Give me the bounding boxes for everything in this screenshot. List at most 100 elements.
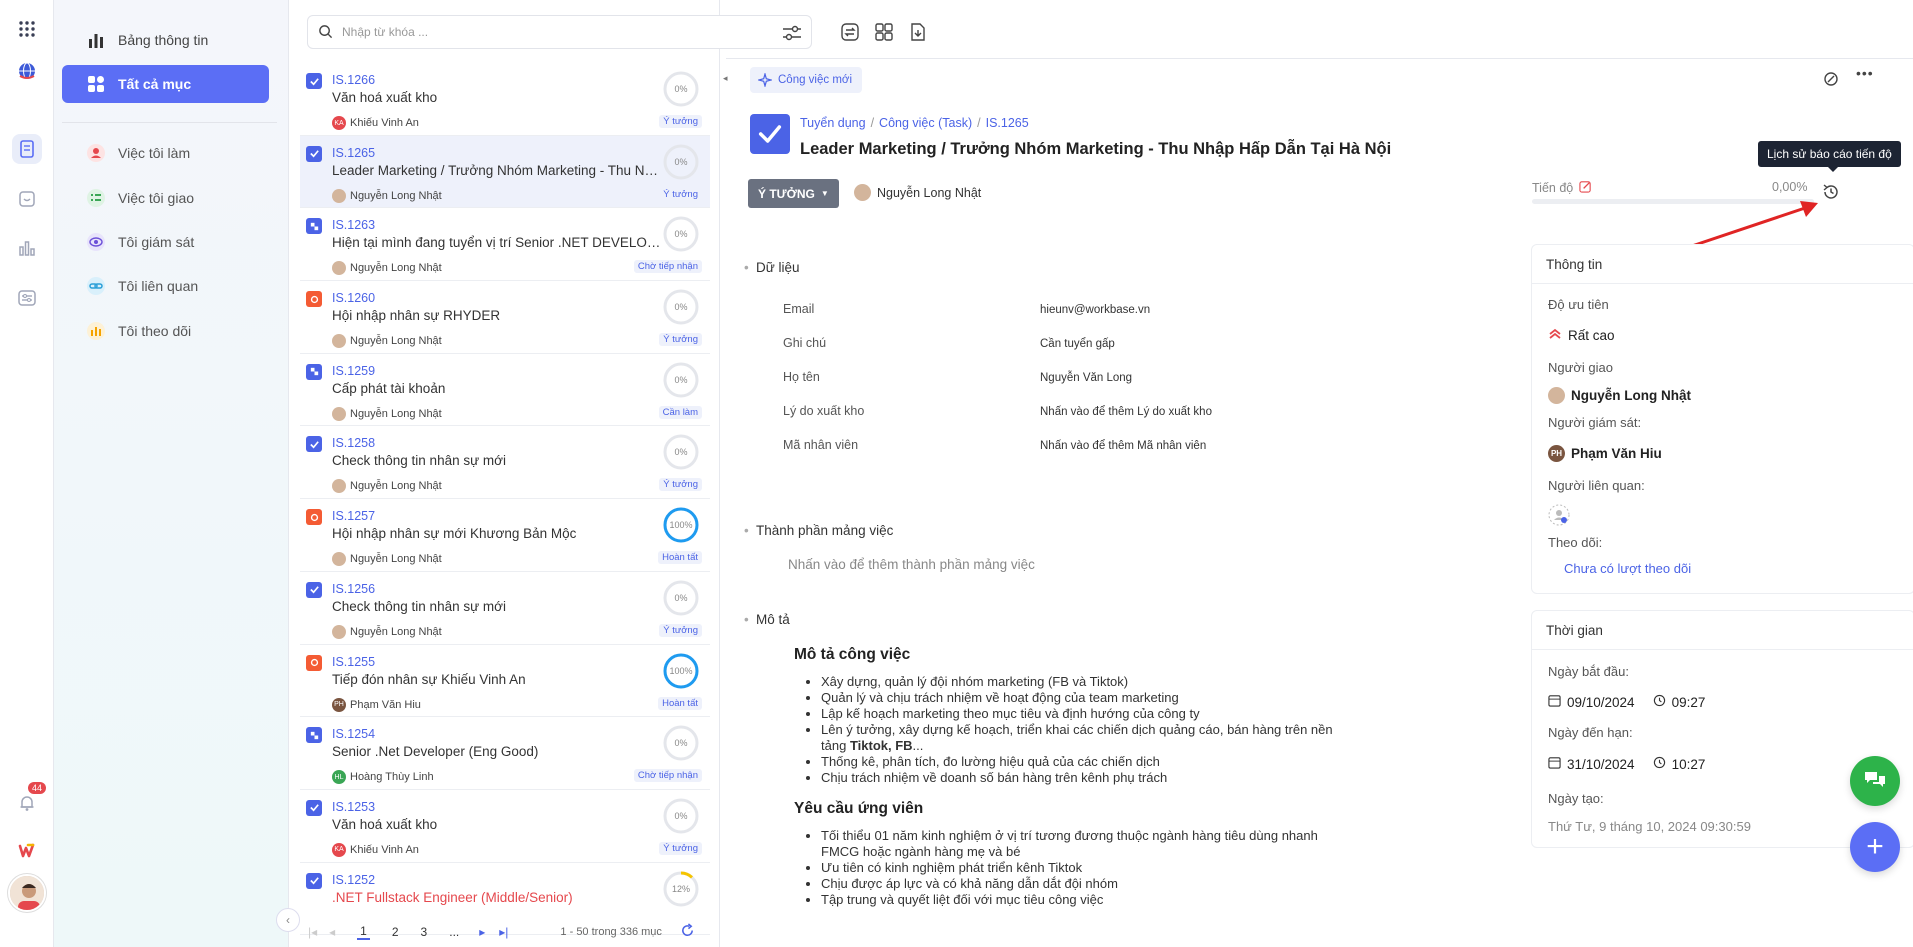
task-title[interactable]: Check thông tin nhân sự mới: [332, 453, 662, 468]
board-view-icon[interactable]: [872, 20, 896, 44]
breadcrumb-item[interactable]: Công việc (Task): [879, 116, 972, 130]
chat-fab-button[interactable]: [1850, 756, 1900, 806]
globe-logo-icon[interactable]: [12, 56, 42, 86]
section-data-title[interactable]: Dữ liệu: [744, 260, 799, 275]
task-title[interactable]: Leader Marketing / Trưởng Nhóm Marketing…: [332, 163, 662, 178]
section-description-title[interactable]: Mô tả: [744, 612, 790, 627]
history-link-icon[interactable]: [1822, 70, 1840, 91]
task-title[interactable]: Senior .Net Developer (Eng Good): [332, 744, 662, 759]
menu-item-my-tasks[interactable]: Việc tôi làm: [62, 134, 269, 172]
task-code[interactable]: IS.1265: [332, 146, 375, 160]
section-components-title[interactable]: Thành phần mảng việc: [744, 523, 893, 538]
checkbox-task-icon: [306, 145, 322, 162]
task-code[interactable]: IS.1258: [332, 436, 375, 450]
menu-item-related[interactable]: Tôi liên quan: [62, 267, 269, 305]
task-list-row[interactable]: IS.1265 Leader Marketing / Trưởng Nhóm Ma…: [300, 135, 710, 209]
field-value[interactable]: Cần tuyển gấp: [1040, 338, 1115, 350]
task-code[interactable]: IS.1259: [332, 364, 375, 378]
task-title[interactable]: Hội nhập nhân sự RHYDER: [332, 308, 662, 323]
start-datetime[interactable]: 09/10/2024 09:27: [1548, 694, 1705, 710]
task-title[interactable]: Cấp phát tài khoản: [332, 381, 662, 396]
page-2[interactable]: 2: [392, 925, 399, 939]
more-options-icon[interactable]: •••: [1856, 65, 1874, 81]
collapse-list-icon[interactable]: ◂: [723, 73, 728, 84]
edit-icon[interactable]: [1579, 180, 1592, 196]
due-datetime[interactable]: 31/10/2024 10:27: [1548, 756, 1705, 772]
menu-item-all-items[interactable]: Tất cả mục: [62, 65, 269, 103]
menu-item-supervising[interactable]: Tôi giám sát: [62, 223, 269, 261]
add-fab-button[interactable]: +: [1850, 822, 1900, 872]
filter-sliders-icon[interactable]: [781, 22, 803, 47]
task-list-row[interactable]: IS.1254 Senior .Net Developer (Eng Good) H…: [300, 717, 710, 790]
task-code[interactable]: IS.1260: [332, 291, 375, 305]
calendar-icon[interactable]: [12, 184, 42, 214]
task-list-row[interactable]: IS.1257 Hội nhập nhân sự mới Khương Bản M…: [300, 499, 710, 572]
settings-sliders-icon[interactable]: [12, 283, 42, 313]
page-1[interactable]: 1: [357, 924, 370, 940]
prev-page-icon[interactable]: ◂: [329, 925, 335, 939]
person-avatar: [332, 334, 346, 349]
task-owner[interactable]: Nguyễn Long Nhật: [854, 184, 981, 201]
task-list-row[interactable]: IS.1253 Văn hoá xuất kho KA Khiếu Vinh An 0%…: [300, 790, 710, 863]
task-list-row[interactable]: IS.1256 Check thông tin nhân sự mới Nguyễn…: [300, 572, 710, 645]
task-list-row[interactable]: IS.1263 Hiện tại mình đang tuyển vị trí S…: [300, 208, 710, 282]
task-code[interactable]: IS.1254: [332, 727, 375, 741]
add-related-user-icon[interactable]: [1548, 504, 1570, 526]
new-task-button[interactable]: Công việc mới: [750, 67, 863, 93]
search-input[interactable]: Nhập từ khóa ...: [307, 15, 812, 49]
add-component-link[interactable]: Nhấn vào để thêm thành phần mảng việc: [788, 557, 1035, 572]
description-content[interactable]: Mô tả công việc Xây dựng, quản lý đội nh…: [794, 646, 1339, 908]
assigner-value[interactable]: Nguyễn Long Nhật: [1548, 387, 1691, 404]
task-title[interactable]: .NET Fullstack Engineer (Middle/Senior): [332, 890, 662, 905]
task-title[interactable]: Văn hoá xuất kho: [332, 817, 662, 832]
task-list-row[interactable]: IS.1255 Tiếp đón nhân sự Khiếu Vinh An PH P…: [300, 645, 710, 718]
task-code[interactable]: IS.1256: [332, 582, 375, 596]
breadcrumb-item[interactable]: Tuyển dụng: [800, 116, 866, 130]
requirement-item: Ưu tiên có kinh nghiệm phát triển kênh T…: [821, 860, 1339, 876]
task-code[interactable]: IS.1263: [332, 218, 375, 232]
collapse-sidebar-button[interactable]: ‹: [276, 908, 300, 932]
menu-item-dashboard[interactable]: Bảng thông tin: [62, 21, 269, 59]
document-icon[interactable]: [12, 134, 42, 164]
page-3[interactable]: 3: [421, 925, 428, 939]
menu-item-assigned-by-me[interactable]: Việc tôi giao: [62, 179, 269, 217]
report-chart-icon[interactable]: [12, 233, 42, 263]
task-code[interactable]: IS.1257: [332, 509, 375, 523]
eye-icon: [86, 232, 106, 252]
task-list-row[interactable]: IS.1259 Cấp phát tài khoản Nguyễn Long Nhậ…: [300, 354, 710, 427]
task-title[interactable]: Hội nhập nhân sự mới Khương Bản Mộc: [332, 526, 662, 541]
task-title[interactable]: Hiện tại mình đang tuyển vị trí Senior .…: [332, 235, 662, 250]
status-dropdown-button[interactable]: Ý TƯỞNG ▼: [748, 179, 839, 208]
task-title[interactable]: Văn hoá xuất kho: [332, 90, 662, 105]
field-value[interactable]: hieunv@workbase.vn: [1040, 304, 1150, 316]
field-value[interactable]: Nguyễn Văn Long: [1040, 372, 1132, 384]
task-list-row[interactable]: IS.1258 Check thông tin nhân sự mới Nguyễn…: [300, 426, 710, 500]
bell-icon[interactable]: 44: [12, 782, 46, 818]
next-page-icon[interactable]: ▸: [479, 925, 485, 939]
refresh-icon[interactable]: [680, 923, 695, 941]
first-page-icon[interactable]: |◂: [308, 925, 317, 939]
follow-link[interactable]: Chưa có lượt theo dõi: [1564, 561, 1691, 576]
task-code[interactable]: IS.1253: [332, 800, 375, 814]
current-user-avatar[interactable]: [8, 874, 46, 912]
swap-view-icon[interactable]: [838, 20, 862, 44]
task-code[interactable]: IS.1266: [332, 73, 375, 87]
task-code[interactable]: IS.1255: [332, 655, 375, 669]
apps-grid-icon[interactable]: [12, 14, 42, 44]
breadcrumb-item[interactable]: IS.1265: [986, 116, 1029, 130]
task-list-row[interactable]: IS.1260 Hội nhập nhân sự RHYDER Nguyễn Lon…: [300, 281, 710, 354]
workbase-logo-icon[interactable]: [12, 836, 42, 866]
field-value[interactable]: Nhấn vào để thêm Lý do xuất kho: [1040, 406, 1212, 418]
supervisor-value[interactable]: PH Phạm Văn Hiu: [1548, 445, 1662, 462]
task-title[interactable]: Tiếp đón nhân sự Khiếu Vinh An: [332, 672, 662, 687]
last-page-icon[interactable]: ▸|: [499, 925, 508, 939]
field-value[interactable]: Nhấn vào để thêm Mã nhân viên: [1040, 440, 1206, 452]
priority-value[interactable]: Rất cao: [1548, 327, 1615, 344]
export-file-icon[interactable]: [906, 20, 930, 44]
page-ellipsis[interactable]: ...: [449, 925, 459, 939]
task-list-row[interactable]: IS.1266 Văn hoá xuất kho KA Khiếu Vinh An 0%…: [300, 63, 710, 136]
task-title[interactable]: Check thông tin nhân sự mới: [332, 599, 662, 614]
task-title[interactable]: Leader Marketing / Trưởng Nhóm Marketing…: [800, 140, 1391, 159]
task-code[interactable]: IS.1252: [332, 873, 375, 887]
menu-item-following[interactable]: Tôi theo dõi: [62, 312, 269, 350]
